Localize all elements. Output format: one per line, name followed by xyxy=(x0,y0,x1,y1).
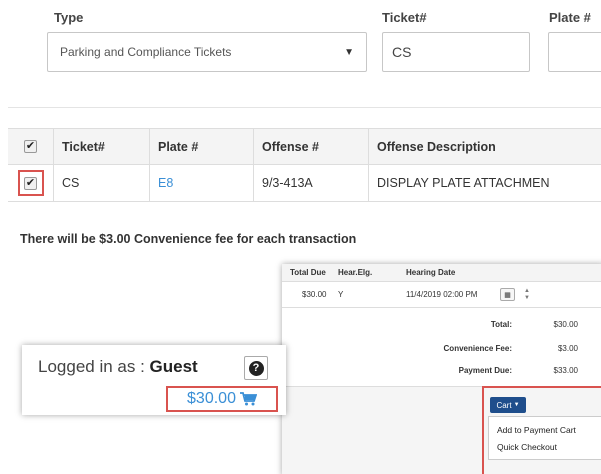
summary-fee-value: $3.00 xyxy=(557,344,578,353)
row-plate-link[interactable]: E8 xyxy=(149,165,253,201)
spinner-icon[interactable]: ▲ ▼ xyxy=(524,282,530,307)
type-select[interactable]: Parking and Compliance Tickets ▼ xyxy=(47,32,367,72)
summary-payment-due-label: Payment Due: xyxy=(458,366,512,375)
cart-hear-elg: Y xyxy=(338,290,344,299)
results-table: ✔ Ticket# Plate # Offense # Offense Desc… xyxy=(8,128,601,202)
summary-payment-due-value: $33.00 xyxy=(553,366,578,375)
table-header-row: ✔ Ticket# Plate # Offense # Offense Desc… xyxy=(8,128,601,164)
cart-dropdown-button[interactable]: Cart ▼ xyxy=(490,397,526,413)
ticket-label: Ticket# xyxy=(382,10,427,25)
row-offense: 9/3-413A xyxy=(253,165,368,201)
cart-hearing-date: 11/4/2019 02:00 PM xyxy=(406,290,478,299)
cart-col-hear-elg: Hear.Elg. xyxy=(338,268,373,277)
cart-col-total-due: Total Due xyxy=(290,268,326,277)
shopping-cart-icon xyxy=(239,392,257,406)
table-row: ✔ CS E8 9/3-413A DISPLAY PLATE ATTACHMEN xyxy=(8,164,601,202)
menu-item-quick-checkout[interactable]: Quick Checkout xyxy=(497,442,557,452)
column-header-offense-description[interactable]: Offense Description xyxy=(368,129,601,164)
ticket-input[interactable]: CS xyxy=(382,32,530,72)
cart-total-due: $30.00 xyxy=(302,290,327,299)
select-all-checkbox[interactable]: ✔ xyxy=(24,140,37,153)
cart-table-header: Total Due Hear.Elg. Hearing Date xyxy=(282,264,601,282)
caret-down-icon: ▼ xyxy=(513,402,520,408)
plate-input[interactable] xyxy=(548,32,601,72)
menu-item-add-to-payment-cart[interactable]: Add to Payment Cart xyxy=(497,425,576,435)
summary-total-value: $30.00 xyxy=(553,320,578,329)
calendar-button[interactable]: ▦ xyxy=(500,282,515,307)
logged-in-text: Logged in as : Guest xyxy=(38,357,198,377)
row-ticket: CS xyxy=(53,165,149,201)
logged-in-user: Guest xyxy=(149,357,198,376)
column-header-offense[interactable]: Offense # xyxy=(253,129,368,164)
row-offense-description: DISPLAY PLATE ATTACHMEN xyxy=(368,165,601,201)
cart-button-label: Cart xyxy=(496,400,512,410)
caret-down-icon: ▼ xyxy=(344,47,354,58)
calendar-icon: ▦ xyxy=(500,288,515,301)
search-form: Type Parking and Compliance Tickets ▼ Ti… xyxy=(8,0,601,108)
column-header-plate[interactable]: Plate # xyxy=(149,129,253,164)
help-button[interactable]: ? xyxy=(244,356,268,380)
cart-col-hearing-date: Hearing Date xyxy=(406,268,456,277)
cart-amount-link[interactable]: $30.00 xyxy=(166,386,278,412)
type-label: Type xyxy=(54,10,84,25)
row-select-cell: ✔ xyxy=(8,165,53,201)
select-all-cell: ✔ xyxy=(8,129,53,164)
column-header-ticket[interactable]: Ticket# xyxy=(53,129,149,164)
help-icon: ? xyxy=(248,360,264,376)
type-select-value: Parking and Compliance Tickets xyxy=(60,45,232,59)
summary-total-label: Total: xyxy=(490,320,512,329)
logged-in-prefix: Logged in as : xyxy=(38,357,150,376)
plate-label: Plate # xyxy=(549,10,591,25)
convenience-fee-note: There will be $3.00 Convenience fee for … xyxy=(20,232,357,246)
cart-amount: $30.00 xyxy=(187,390,236,407)
user-status-panel: Logged in as : Guest ? $30.00 xyxy=(22,345,286,415)
cart-dropdown-menu: Add to Payment Cart Quick Checkout xyxy=(488,416,601,460)
row-checkbox[interactable]: ✔ xyxy=(24,176,37,190)
ticket-input-value: CS xyxy=(392,44,412,60)
row-select-highlight: ✔ xyxy=(17,170,44,196)
cart-summary-panel: Total Due Hear.Elg. Hearing Date $30.00 … xyxy=(282,264,601,474)
cart-table-row: $30.00 Y 11/4/2019 02:00 PM ▦ ▲ ▼ xyxy=(282,282,601,308)
summary-fee-label: Convenience Fee: xyxy=(443,344,512,353)
